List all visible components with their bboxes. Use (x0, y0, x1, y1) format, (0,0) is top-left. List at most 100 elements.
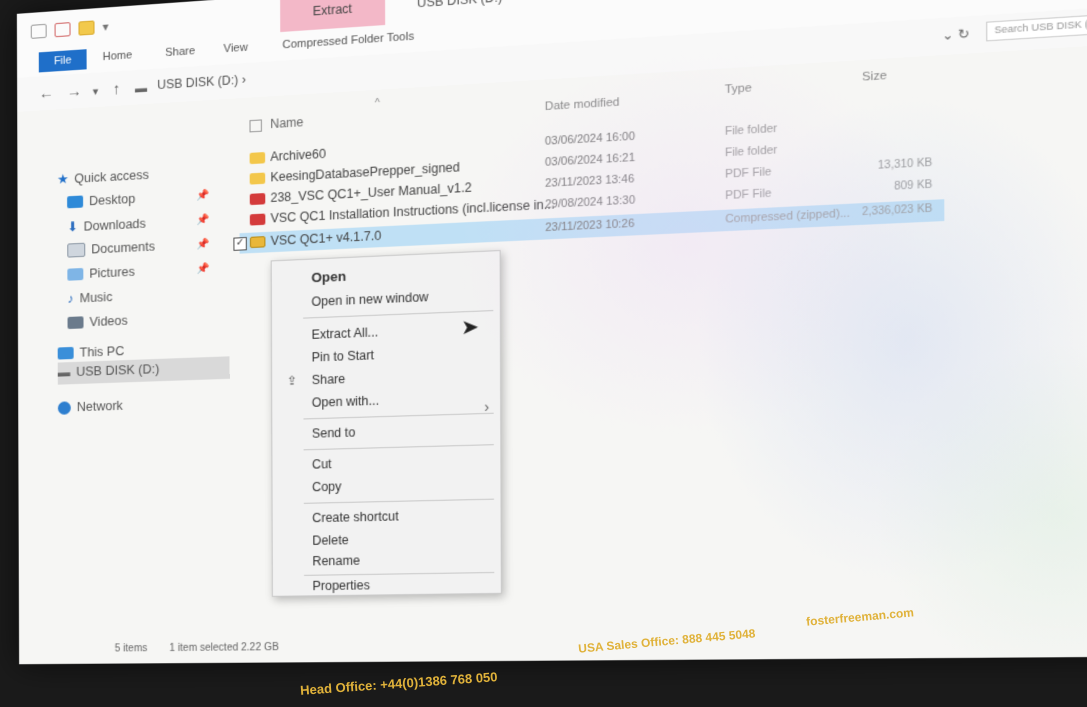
file-type: File folder (724, 122, 778, 139)
menu-item-extract-all[interactable]: Extract All... (312, 325, 379, 342)
file-size (845, 135, 932, 140)
menu-separator (303, 444, 494, 451)
menu-item-properties[interactable]: Properties (312, 578, 370, 593)
breadcrumb[interactable]: USB DISK (D:) › (157, 72, 246, 92)
menu-item-send-to[interactable]: Send to (312, 425, 355, 441)
usb-icon: ▬ (57, 365, 71, 380)
column-date[interactable]: Date modified (545, 96, 620, 113)
menu-separator (303, 498, 495, 504)
videos-icon (67, 316, 84, 330)
properties-icon[interactable] (54, 22, 71, 38)
nav-music[interactable]: ♪ Music (67, 290, 112, 306)
file-size (845, 114, 932, 119)
usb-drive-icon: ▬ (134, 80, 148, 96)
pdf-icon (249, 213, 266, 226)
tab-home[interactable]: Home (103, 49, 133, 63)
tab-compressed-folder-tools[interactable]: Compressed Folder Tools (282, 30, 414, 51)
column-type[interactable]: Type (725, 82, 752, 96)
menu-item-copy[interactable]: Copy (312, 479, 341, 494)
menu-item-open[interactable]: Open (311, 268, 346, 285)
back-arrow-icon[interactable]: ← (39, 85, 54, 103)
menu-item-pin-to-start[interactable]: Pin to Start (312, 348, 374, 365)
pin-icon: 📌 (196, 189, 210, 202)
nav-quick-access[interactable]: ★ Quick access (57, 167, 149, 187)
window-title: USB DISK (D:) (416, 0, 503, 11)
nav-label: Videos (89, 313, 128, 330)
nav-label: Documents (91, 239, 156, 257)
pin-icon: 📌 (196, 214, 210, 227)
file-type: PDF File (725, 187, 772, 203)
menu-item-cut[interactable]: Cut (312, 457, 332, 472)
monitor-photo: ▾ Extract USB DISK (D:) — ☐ ✕ File Home … (0, 0, 1087, 707)
nav-downloads[interactable]: ⬇ Downloads (67, 215, 146, 235)
menu-item-create-shortcut[interactable]: Create shortcut (312, 509, 399, 525)
file-name: Archive60 (270, 146, 326, 165)
refresh-icon[interactable]: ⌄ ↻ (942, 26, 970, 43)
folder-icon (249, 152, 266, 165)
share-icon: ⇪ (286, 373, 298, 389)
mouse-pointer-icon: ➤ (460, 315, 480, 340)
quick-access-toolbar: ▾ (30, 19, 109, 39)
column-size[interactable]: Size (862, 69, 887, 84)
selection-info: 1 item selected 2.22 GB (169, 641, 280, 655)
file-name: VSC QC1+ v4.1.7.0 (270, 228, 382, 249)
menu-item-delete[interactable]: Delete (312, 533, 348, 548)
select-all-checkbox[interactable] (249, 119, 262, 133)
drive-icon[interactable] (30, 23, 47, 39)
file-explorer-window: ▾ Extract USB DISK (D:) — ☐ ✕ File Home … (16, 0, 1087, 665)
tab-view[interactable]: View (223, 41, 247, 55)
pin-icon: 📌 (196, 263, 210, 276)
file-date: 29/08/2024 13:30 (545, 193, 636, 212)
nav-documents[interactable]: Documents (67, 239, 156, 258)
menu-separator (304, 571, 495, 576)
nav-desktop[interactable]: Desktop (67, 192, 135, 210)
nav-label: Music (79, 289, 113, 306)
search-input[interactable]: Search USB DISK (D:) ⌕ (986, 10, 1087, 42)
menu-item-rename[interactable]: Rename (312, 553, 360, 568)
nav-label: Downloads (83, 215, 146, 234)
file-date: 03/06/2024 16:21 (544, 151, 636, 169)
navigation-pane: ★ Quick access Desktop 📌 ⬇ Downloads 📌 D… (17, 101, 230, 634)
pc-icon (57, 346, 74, 360)
nav-label: Quick access (74, 167, 150, 186)
file-type: PDF File (725, 165, 772, 181)
nav-label: This PC (79, 343, 125, 360)
file-date: 03/06/2024 16:00 (544, 130, 636, 148)
nav-videos[interactable]: Videos (67, 313, 128, 330)
tab-share[interactable]: Share (165, 45, 195, 59)
customize-toolbar-icon[interactable]: ▾ (102, 19, 108, 34)
pdf-icon (249, 193, 266, 206)
menu-item-share[interactable]: Share (312, 372, 346, 388)
menu-separator (303, 412, 494, 420)
nav-label: Network (76, 398, 123, 415)
nav-label: USB DISK (D:) (76, 361, 160, 380)
documents-icon (67, 242, 86, 258)
tab-file[interactable]: File (38, 49, 87, 73)
music-icon: ♪ (67, 291, 74, 306)
pictures-icon (67, 267, 84, 281)
nav-network[interactable]: Network (57, 398, 123, 415)
file-size: 13,310 KB (877, 157, 933, 172)
file-type: File folder (724, 143, 778, 160)
context-menu: Open Open in new window Extract All... P… (270, 249, 502, 597)
nav-label: Pictures (89, 264, 135, 281)
nav-this-pc[interactable]: This PC (57, 343, 125, 361)
item-count: 5 items (114, 643, 148, 655)
forward-arrow-icon[interactable]: → (67, 83, 82, 101)
nav-label: Desktop (89, 191, 136, 209)
file-date: 23/11/2023 13:46 (545, 172, 635, 191)
new-folder-icon[interactable] (78, 20, 95, 36)
status-bar: 5 items 1 item selected 2.22 GB (19, 630, 1087, 663)
download-icon: ⬇ (67, 219, 78, 235)
recent-locations-icon[interactable]: ▾ (93, 85, 99, 98)
row-checkbox[interactable]: ✓ (233, 236, 247, 251)
menu-item-open-new-window[interactable]: Open in new window (311, 290, 428, 309)
sort-indicator-icon: ^ (374, 97, 380, 110)
file-size: 2,336,023 KB (861, 203, 933, 219)
column-name[interactable]: Name (270, 115, 303, 131)
pin-icon: 📌 (196, 238, 210, 251)
search-placeholder: Search USB DISK (D:) (994, 17, 1087, 36)
menu-item-open-with[interactable]: Open with... (312, 393, 379, 410)
up-arrow-icon[interactable]: ↑ (113, 80, 121, 98)
nav-pictures[interactable]: Pictures (67, 264, 135, 282)
